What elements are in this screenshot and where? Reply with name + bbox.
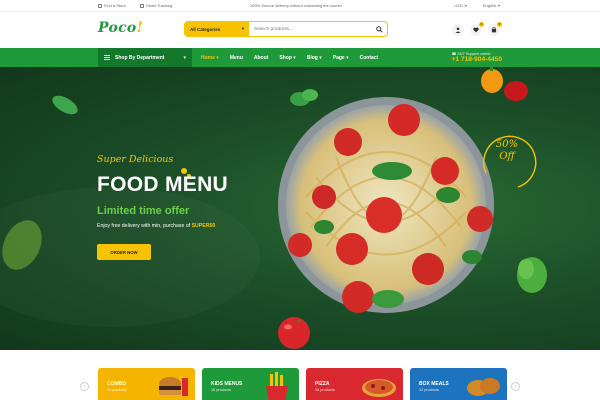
- chevron-down-icon: ▾: [216, 54, 219, 61]
- logo[interactable]: Poco!: [98, 20, 143, 36]
- nav-item-label: Page: [332, 54, 345, 61]
- category-count: 12 products: [419, 388, 439, 392]
- discount-percent: 50%: [495, 139, 519, 150]
- account-button[interactable]: [452, 24, 464, 36]
- next-arrow-button[interactable]: ›: [511, 382, 520, 391]
- burger-image: [159, 377, 188, 396]
- wishlist-count-badge: 0: [479, 22, 484, 27]
- pizza-image: [362, 379, 396, 397]
- promo-code: SUPER50: [191, 223, 216, 229]
- language-label: English: [482, 3, 496, 8]
- logo-mark: !: [136, 20, 144, 36]
- cart-icon: [491, 27, 497, 33]
- category-strip: [0, 350, 600, 400]
- nav-item-label: Blog: [306, 54, 318, 61]
- category-count: 16 products: [211, 388, 231, 392]
- category-title: KIDS MENUS: [211, 381, 243, 387]
- cart-count-badge: 0: [497, 22, 502, 27]
- find-store-label: Find a Store: [104, 3, 126, 8]
- currency-select[interactable]: USD ▾: [454, 3, 466, 8]
- category-title: COMBO: [107, 381, 127, 387]
- fried-chicken-image: [467, 378, 500, 396]
- category-count: 11 products: [107, 388, 127, 392]
- discount-badge: 50% Off: [490, 139, 524, 163]
- nav-item-home[interactable]: Home ▾: [201, 55, 219, 61]
- nav-item-label: Shop: [279, 54, 292, 61]
- search-button[interactable]: [371, 22, 387, 36]
- nav-item-label: Contact: [359, 54, 379, 61]
- search-input[interactable]: [249, 22, 371, 36]
- top-utility-bar: Find a Store Order Tracking 100% Secure …: [0, 0, 600, 12]
- chevron-down-icon: ▾: [464, 3, 467, 8]
- fries-image: [266, 372, 288, 400]
- category-select[interactable]: All Categories ▾: [185, 22, 249, 36]
- category-card-pizza[interactable]: PIZZA 18 products: [306, 368, 403, 400]
- heart-icon: [473, 27, 479, 33]
- site-header: Poco! All Categories ▾ 0 0: [0, 12, 600, 48]
- nav-item-blog[interactable]: Blog ▾: [307, 55, 322, 61]
- logo-text: Poco: [98, 20, 137, 36]
- support-center[interactable]: ☎ 24/7 Support center +1 718-904-4450: [452, 51, 502, 63]
- category-card-box-meals[interactable]: BOX MEALS 12 products: [410, 368, 507, 400]
- department-menu-button[interactable]: Shop By Department ▾: [98, 48, 192, 67]
- order-tracking-label: Order Tracking: [145, 3, 173, 8]
- hero-banner: 50% Off Super Delicious FOOD MENU Limite…: [0, 67, 600, 350]
- hamburger-icon: [104, 55, 110, 60]
- cart-button[interactable]: 0: [488, 22, 502, 36]
- support-phone: +1 718-904-4450: [451, 56, 502, 63]
- hero-description-text: Enjoy free delivery with min, purchase o…: [97, 223, 191, 229]
- chevron-down-icon: ▾: [183, 54, 186, 61]
- hero-description: Enjoy free delivery with min, purchase o…: [97, 223, 215, 229]
- truck-icon: [139, 3, 144, 8]
- chevron-down-icon: ▾: [346, 54, 349, 61]
- basil-leaf-icon: [52, 95, 78, 115]
- nav-item-contact[interactable]: Contact: [360, 55, 379, 61]
- hero-eyebrow: Super Delicious: [97, 154, 174, 165]
- category-count: 18 products: [315, 388, 335, 392]
- main-nav: Shop By Department ▾ Home ▾ Menu About S…: [0, 48, 600, 67]
- discount-off: Off: [499, 151, 515, 162]
- tomato-icon: [278, 317, 310, 349]
- currency-label: USD: [454, 3, 463, 8]
- lettuce-icon: [517, 257, 547, 293]
- location-icon: [98, 3, 102, 8]
- category-card-kids-menus[interactable]: KIDS MENUS 16 products: [202, 368, 299, 400]
- department-label: Shop By Department: [115, 54, 165, 61]
- nav-item-shop[interactable]: Shop ▾: [279, 55, 295, 61]
- chevron-down-icon: ▾: [319, 54, 322, 61]
- user-icon: [455, 27, 461, 33]
- wishlist-button[interactable]: 0: [470, 22, 484, 36]
- chevron-down-icon: ▾: [293, 54, 296, 61]
- find-store-link[interactable]: Find a Store: [98, 3, 126, 8]
- spaghetti-plate-image: [278, 97, 494, 313]
- hero-title: FOOD MENU: [97, 173, 229, 196]
- category-title: BOX MEALS: [419, 381, 449, 387]
- search-icon: [375, 25, 383, 33]
- category-select-label: All Categories: [190, 26, 221, 32]
- language-select[interactable]: English ▾: [483, 3, 500, 8]
- chevron-down-icon: ▾: [241, 26, 244, 31]
- hero-subtitle: Limited time offer: [97, 205, 190, 217]
- nav-item-about[interactable]: About: [254, 55, 268, 61]
- order-now-button[interactable]: ORDER NOW: [97, 244, 151, 260]
- nav-item-label: Menu: [229, 54, 243, 61]
- basil-leaf-icon: [2, 220, 42, 270]
- order-tracking-link[interactable]: Order Tracking: [139, 3, 173, 8]
- nav-item-page[interactable]: Page ▾: [333, 55, 349, 61]
- chevron-right-icon: ›: [514, 383, 517, 390]
- category-card-combo[interactable]: COMBO 11 products: [98, 368, 195, 400]
- category-title: PIZZA: [315, 381, 330, 387]
- chevron-left-icon: ‹: [83, 383, 86, 390]
- promo-text: 100% Secure delivery without contacting …: [250, 3, 343, 8]
- search-bar: All Categories ▾: [184, 21, 388, 37]
- nav-menu: Home ▾ Menu About Shop ▾ Blog ▾ Page ▾ C…: [201, 48, 378, 67]
- chevron-down-icon: ▾: [497, 3, 500, 8]
- prev-arrow-button[interactable]: ‹: [80, 382, 89, 391]
- nav-item-label: Home: [201, 54, 215, 61]
- nav-item-menu[interactable]: Menu: [230, 55, 243, 61]
- nav-item-label: About: [253, 54, 269, 61]
